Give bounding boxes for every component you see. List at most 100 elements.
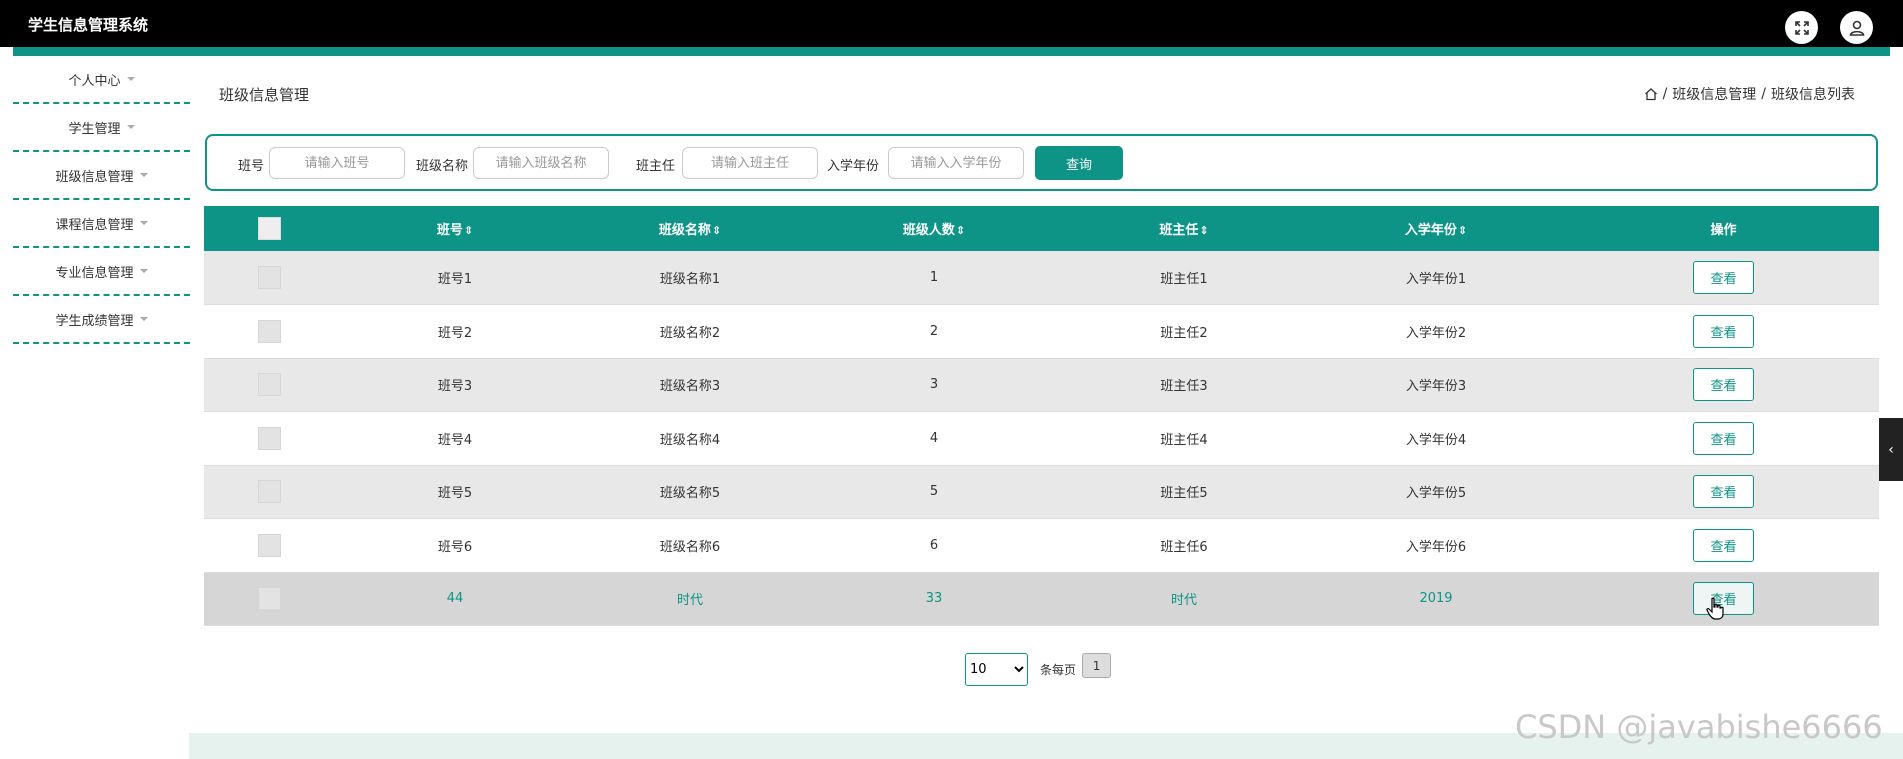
- column-header[interactable]: 班号⇕: [334, 206, 576, 251]
- table-cell: 3: [804, 358, 1064, 412]
- table-cell: 班号3: [334, 358, 576, 412]
- row-checkbox[interactable]: [257, 373, 281, 397]
- row-checkbox[interactable]: [257, 319, 281, 343]
- table-cell: 2: [804, 304, 1064, 359]
- table-cell: 入学年份6: [1304, 518, 1568, 573]
- watermark: CSDN @javabishe6666: [1515, 708, 1883, 746]
- user-icon: [1849, 20, 1864, 36]
- table-cell: 班号5: [334, 465, 576, 519]
- view-button[interactable]: 查看: [1693, 261, 1754, 294]
- app-title: 学生信息管理系统: [28, 16, 149, 34]
- breadcrumb-item[interactable]: 班级信息管理: [1672, 84, 1756, 104]
- column-header[interactable]: 班主任⇕: [1064, 206, 1304, 251]
- mouse-pointer-icon: [1706, 597, 1724, 620]
- caret-down-icon: [139, 317, 148, 321]
- table-cell: 班主任2: [1064, 304, 1304, 359]
- home-icon[interactable]: [1644, 87, 1658, 101]
- side-drawer-toggle[interactable]: ‹: [1879, 418, 1903, 481]
- table-cell: 入学年份4: [1304, 411, 1568, 466]
- class-table: 班号⇕ 班级名称⇕ 班级人数⇕ 班主任⇕ 入学年份⇕ 操作 班号1 班级名称1 …: [204, 206, 1879, 626]
- view-button[interactable]: 查看: [1693, 475, 1754, 509]
- view-button[interactable]: 查看: [1693, 314, 1754, 348]
- page-size-select[interactable]: 10: [965, 653, 1028, 686]
- class-no-input[interactable]: [269, 147, 405, 179]
- sidebar-item-label: 学生管理: [68, 121, 121, 137]
- table-row: 班号3 班级名称3 3 班主任3 入学年份3 查看: [204, 358, 1879, 412]
- column-header-label: 班号: [436, 223, 463, 238]
- breadcrumb: / 班级信息管理 / 班级信息列表: [1644, 84, 1855, 104]
- sidebar-item-personal-center[interactable]: 个人中心: [13, 56, 190, 104]
- table-cell: 入学年份5: [1304, 465, 1568, 519]
- table-cell: 班主任5: [1064, 465, 1304, 519]
- table-cell: 时代: [1064, 572, 1304, 626]
- caret-down-icon: [126, 77, 135, 81]
- row-checkbox[interactable]: [257, 587, 281, 611]
- row-checkbox-cell: [204, 304, 334, 359]
- search-label-class-name: 班级名称: [416, 159, 469, 174]
- table-header-row: 班号⇕ 班级名称⇕ 班级人数⇕ 班主任⇕ 入学年份⇕ 操作: [204, 206, 1879, 251]
- table-row: 班号6 班级名称6 6 班主任6 入学年份6 查看: [204, 518, 1879, 573]
- row-checkbox[interactable]: [257, 533, 281, 557]
- column-header-label: 班级名称: [658, 223, 711, 238]
- table-cell: 班级名称6: [576, 518, 804, 573]
- table-cell: 班级名称5: [576, 465, 804, 519]
- table-row: 班号4 班级名称4 4 班主任4 入学年份4 查看: [204, 411, 1879, 466]
- table-cell: 班级名称4: [576, 411, 804, 466]
- column-header[interactable]: 班级人数⇕: [804, 206, 1064, 251]
- column-header[interactable]: 班级名称⇕: [576, 206, 804, 251]
- table-row: 班号2 班级名称2 2 班主任2 入学年份2 查看: [204, 304, 1879, 359]
- sidebar-item-label: 班级信息管理: [55, 169, 134, 185]
- sort-icon[interactable]: ⇕: [1458, 224, 1467, 237]
- column-header[interactable]: 入学年份⇕: [1304, 206, 1568, 251]
- page-title: 班级信息管理: [219, 86, 310, 104]
- fullscreen-button[interactable]: [1785, 11, 1818, 44]
- table-cell: 入学年份1: [1304, 251, 1568, 305]
- sidebar-item-class-management[interactable]: 班级信息管理: [13, 152, 190, 200]
- action-cell: 查看: [1568, 465, 1879, 519]
- table-cell: 班主任1: [1064, 251, 1304, 305]
- search-label-head-teacher: 班主任: [636, 159, 676, 174]
- table-row: 班号1 班级名称1 1 班主任1 入学年份1 查看: [204, 251, 1879, 305]
- head-teacher-input[interactable]: [682, 147, 818, 179]
- sidebar-item-grade-management[interactable]: 学生成绩管理: [13, 296, 190, 344]
- search-label-enroll-year: 入学年份: [827, 159, 880, 174]
- top-bar: 学生信息管理系统: [0, 0, 1903, 47]
- sort-icon[interactable]: ⇕: [1199, 224, 1208, 237]
- sort-icon[interactable]: ⇕: [956, 224, 965, 237]
- row-checkbox[interactable]: [257, 480, 281, 504]
- breadcrumb-separator: /: [1662, 86, 1668, 102]
- table-cell: 班号1: [334, 251, 576, 305]
- header-checkbox-cell: [204, 206, 334, 251]
- sidebar-item-major-management[interactable]: 专业信息管理: [13, 248, 190, 296]
- select-all-checkbox[interactable]: [257, 217, 281, 240]
- enroll-year-input[interactable]: [888, 147, 1024, 179]
- sidebar-item-course-management[interactable]: 课程信息管理: [13, 200, 190, 248]
- query-button[interactable]: 查询: [1035, 146, 1123, 180]
- sort-icon[interactable]: ⇕: [712, 224, 721, 237]
- row-checkbox-cell: [204, 572, 334, 626]
- view-button[interactable]: 查看: [1693, 528, 1754, 562]
- row-checkbox[interactable]: [257, 266, 281, 289]
- sidebar-item-student-management[interactable]: 学生管理: [13, 104, 190, 152]
- sidebar-item-label: 课程信息管理: [55, 217, 134, 233]
- table-cell: 入学年份3: [1304, 358, 1568, 412]
- fullscreen-icon: [1794, 20, 1809, 35]
- column-header-label: 班主任: [1159, 223, 1199, 238]
- search-label-class-no: 班号: [238, 159, 265, 174]
- sort-icon[interactable]: ⇕: [464, 224, 473, 237]
- view-button[interactable]: 查看: [1693, 421, 1754, 455]
- caret-down-icon: [126, 125, 135, 129]
- user-button[interactable]: [1840, 11, 1873, 44]
- table-cell: 1: [804, 251, 1064, 305]
- page-number-button[interactable]: 1: [1082, 653, 1112, 678]
- class-name-input[interactable]: [473, 147, 609, 179]
- table-row-hovered: 44 时代 33 时代 2019 查看: [204, 572, 1879, 626]
- chevron-left-icon: ‹: [1888, 441, 1894, 458]
- action-cell: 查看: [1568, 304, 1879, 359]
- view-button[interactable]: 查看: [1693, 368, 1754, 402]
- row-checkbox[interactable]: [257, 426, 281, 450]
- table-cell: 44: [334, 572, 576, 626]
- table-cell: 班主任4: [1064, 411, 1304, 466]
- table-cell: 33: [804, 572, 1064, 626]
- search-form: 班号 班级名称 班主任 入学年份 查询: [205, 134, 1878, 191]
